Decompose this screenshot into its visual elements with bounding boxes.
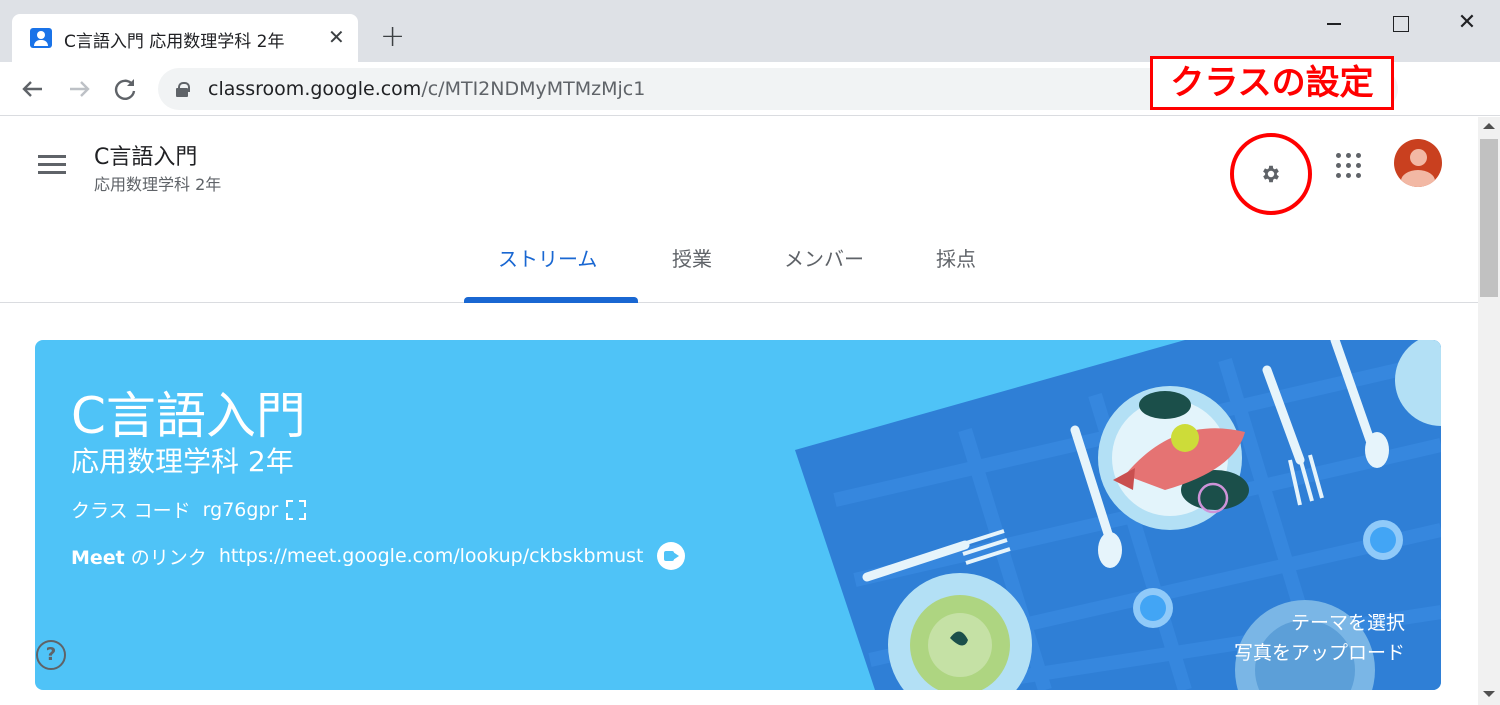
- classroom-page: C言語入門 応用数理学科 2年 ストリーム 授業 メンバー 採点 C言語入門 応…: [0, 117, 1478, 705]
- tab-close-icon[interactable]: ✕: [328, 25, 345, 49]
- scroll-thumb[interactable]: [1480, 139, 1498, 297]
- meet-link-label: Meet のリンク: [71, 543, 207, 570]
- class-title[interactable]: C言語入門: [94, 139, 197, 171]
- tab-grades[interactable]: 採点: [936, 243, 976, 272]
- banner-class-section: 応用数理学科 2年: [71, 445, 294, 478]
- class-section: 応用数理学科 2年: [94, 175, 222, 194]
- meet-link-row: Meet のリンク https://meet.google.com/lookup…: [71, 542, 686, 570]
- minimize-icon[interactable]: [1320, 8, 1350, 38]
- scroll-up-arrow-icon[interactable]: [1483, 123, 1495, 129]
- tab-classwork[interactable]: 授業: [672, 243, 712, 272]
- help-icon[interactable]: ?: [36, 640, 66, 670]
- class-tabs: ストリーム 授業 メンバー 採点: [0, 217, 1478, 303]
- meet-link-url[interactable]: https://meet.google.com/lookup/ckbskbmus…: [219, 545, 644, 567]
- gear-icon[interactable]: [1260, 163, 1282, 185]
- class-code-row: クラス コード rg76gpr: [71, 496, 307, 523]
- class-banner: C言語入門 応用数理学科 2年 クラス コード rg76gpr Meet のリン…: [35, 340, 1441, 690]
- window-close-icon[interactable]: ✕: [1452, 8, 1482, 38]
- select-theme-link[interactable]: テーマを選択: [1291, 608, 1405, 635]
- hamburger-menu-icon[interactable]: [38, 153, 68, 175]
- upload-photo-link[interactable]: 写真をアップロード: [1234, 638, 1405, 665]
- banner-class-title: C言語入門: [71, 387, 306, 445]
- class-settings-annotation: クラスの設定: [1150, 56, 1394, 110]
- browser-tab-title: C言語入門 応用数理学科 2年: [64, 32, 285, 52]
- url-host: classroom.google.com: [208, 78, 422, 100]
- browser-tabstrip: C言語入門 応用数理学科 2年 ✕ + ✕: [0, 0, 1500, 62]
- active-tab-indicator: [464, 297, 638, 303]
- scroll-down-arrow-icon[interactable]: [1483, 691, 1495, 697]
- maximize-icon[interactable]: [1386, 8, 1416, 38]
- url-text[interactable]: classroom.google.com/c/MTI2NDMyMTMzMjc1: [208, 78, 645, 100]
- url-path: /c/MTI2NDMyMTMzMjc1: [421, 78, 646, 100]
- browser-tab[interactable]: C言語入門 応用数理学科 2年 ✕: [12, 14, 358, 62]
- account-avatar[interactable]: [1394, 139, 1442, 187]
- class-code-value: rg76gpr: [202, 498, 279, 521]
- class-code-label: クラス コード: [71, 500, 191, 522]
- page-scrollbar[interactable]: [1478, 117, 1500, 705]
- avatar-body: [1401, 170, 1435, 187]
- avatar-head: [1410, 149, 1427, 166]
- tab-people[interactable]: メンバー: [784, 243, 864, 272]
- classroom-favicon-icon: [30, 28, 52, 48]
- expand-icon[interactable]: [286, 499, 307, 520]
- meet-label-rest: のリンク: [124, 546, 207, 569]
- meet-icon[interactable]: [657, 542, 686, 570]
- lock-icon[interactable]: [176, 82, 190, 97]
- tab-stream[interactable]: ストリーム: [498, 243, 597, 272]
- new-tab-plus-icon[interactable]: +: [380, 22, 405, 52]
- apps-grid-icon[interactable]: [1335, 152, 1363, 180]
- forward-arrow-icon[interactable]: [62, 72, 96, 106]
- meet-label-bold: Meet: [71, 546, 125, 569]
- class-settings-highlight: [1230, 133, 1312, 215]
- back-arrow-icon[interactable]: [16, 72, 50, 106]
- reload-icon[interactable]: [108, 72, 142, 106]
